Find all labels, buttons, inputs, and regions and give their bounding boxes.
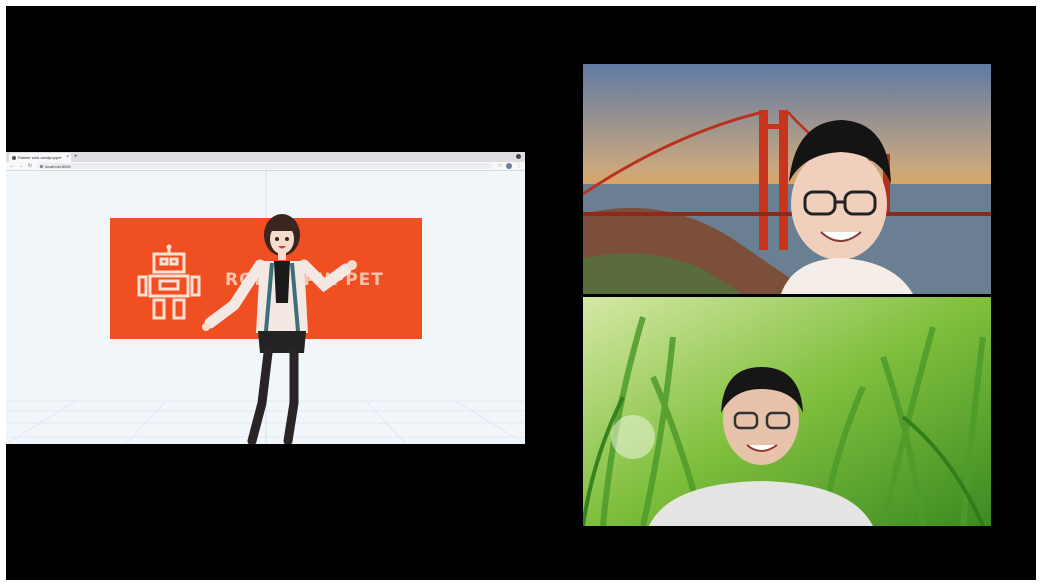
video-tile-grass: [583, 297, 991, 526]
address-url: localhost:8080: [45, 163, 71, 169]
forward-button[interactable]: →: [18, 163, 24, 169]
browser-menu-icon[interactable]: ⋮: [516, 163, 521, 169]
browser-tab[interactable]: Rainier web-sandpuppet ×: [9, 153, 71, 162]
robot-logo-icon: [137, 244, 201, 320]
new-tab-button[interactable]: +: [74, 153, 78, 162]
tab-title: Rainier web-sandpuppet: [18, 155, 62, 160]
profile-icon[interactable]: [506, 163, 513, 169]
browser-toolbar: ← → ↻ localhost:8080 ☆ ⋮: [6, 162, 525, 171]
browser-tab-bar: Rainier web-sandpuppet × +: [6, 152, 525, 162]
tab-close-icon[interactable]: ×: [66, 154, 69, 160]
participant-video-1: [583, 64, 991, 294]
shared-browser-window: Rainier web-sandpuppet × + ← → ↻ localho…: [6, 152, 525, 444]
page-viewport: ROBOT PUPPET: [6, 171, 525, 444]
back-button[interactable]: ←: [9, 163, 15, 169]
meeting-stage: Rainier web-sandpuppet × + ← → ↻ localho…: [6, 6, 1036, 580]
bookmark-star-icon[interactable]: ☆: [498, 163, 502, 169]
address-bar[interactable]: localhost:8080: [37, 163, 492, 169]
video-tile-golden-gate: [583, 64, 991, 294]
window-control-icon[interactable]: [516, 154, 521, 159]
lock-icon: [40, 164, 43, 168]
favicon-icon: [12, 155, 16, 160]
vtuber-avatar: [202, 214, 357, 444]
participant-video-2: [583, 297, 991, 526]
reload-button[interactable]: ↻: [27, 163, 33, 169]
